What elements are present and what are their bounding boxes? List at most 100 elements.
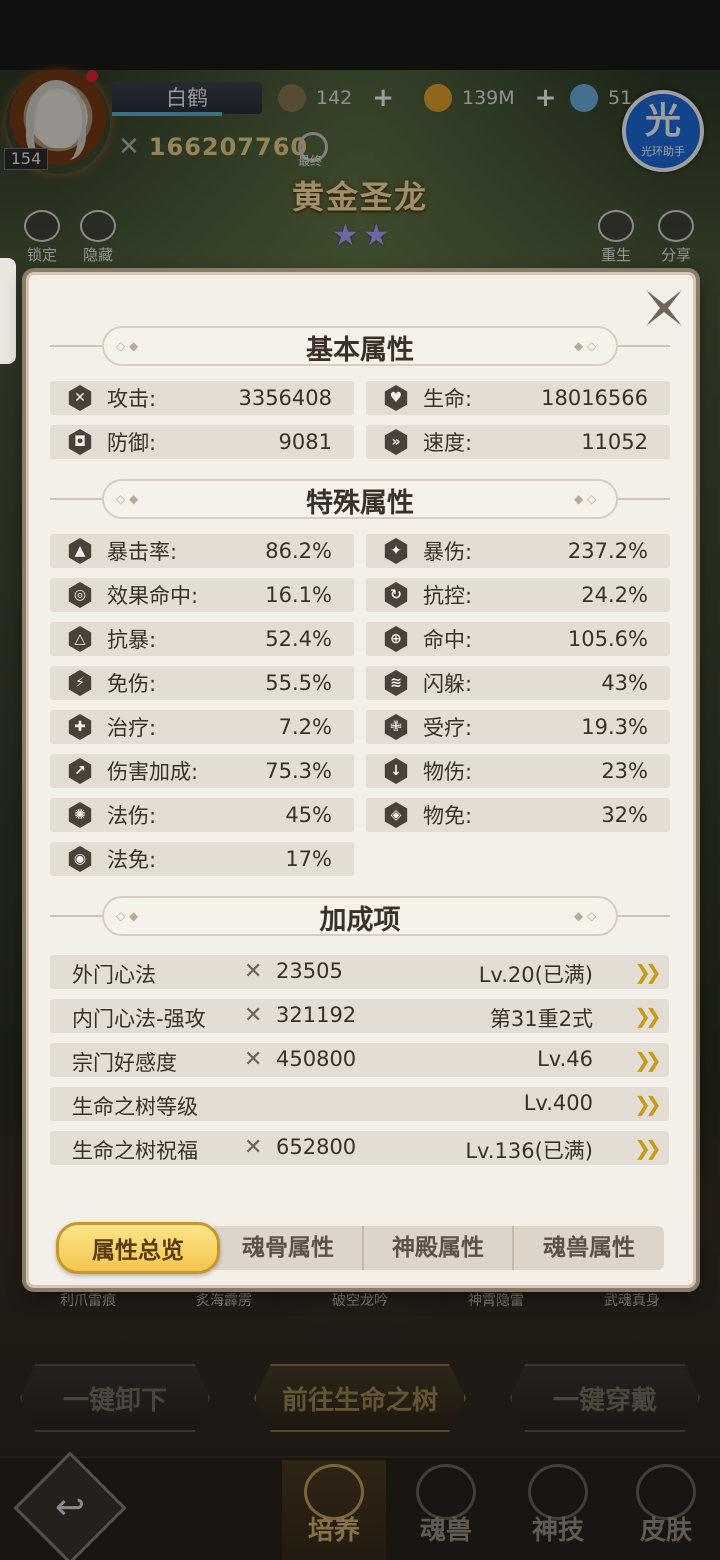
section-title: 加成项 [319,905,401,936]
stat-label: 治疗: [107,716,157,740]
stat-label: 暴击率: [107,540,178,564]
stat-value: 9081 [278,430,332,454]
bonus-label: 宗门好感度 [72,1051,177,1075]
crossed-swords-icon: ✕ [244,1047,263,1072]
crit-resist-icon: △ [68,626,92,652]
bonus-level: Lv.400 [523,1091,593,1115]
damage-bonus-icon: ↗ [68,758,92,784]
stat-value: 86.2% [265,539,332,563]
stat-value: 19.3% [581,715,648,739]
speed-icon: » [384,429,408,455]
crit-rate-icon: ▲ [68,538,92,564]
double-chevron-icon[interactable]: ❯❯ [633,1004,662,1028]
close-button[interactable] [642,286,686,330]
section-header-special: ◇ ◆ ◆ ◇ 特殊属性 [50,479,670,519]
stat-control-resist: ↻ 抗控: 24.2% [366,578,670,612]
bonus-row-tree-level[interactable]: 生命之树等级 Lv.400 ❯❯ [50,1087,669,1121]
stat-health: ♥ 生命: 18016566 [366,381,670,415]
stat-defense: ◘ 防御: 9081 [50,425,354,459]
physical-damage-icon: ↓ [384,758,408,784]
bonus-label: 外门心法 [72,963,156,987]
crossed-swords-icon: ✕ [244,959,263,984]
close-icon [646,290,682,326]
stat-value: 7.2% [278,715,332,739]
double-chevron-icon[interactable]: ❯❯ [633,1092,662,1116]
defense-icon: ◘ [68,429,92,455]
tab-temple[interactable]: 神殿属性 [364,1226,514,1270]
tab-overview[interactable]: 属性总览 [56,1222,220,1274]
bonus-power: 23505 [276,959,343,983]
bonus-row-inner-method[interactable]: 内门心法-强攻 ✕ 321192 第31重2式 ❯❯ [50,999,669,1033]
stat-label: 生命: [423,387,473,411]
stat-heal-received: ✙ 受疗: 19.3% [366,710,670,744]
bonus-row-outer-method[interactable]: 外门心法 ✕ 23505 Lv.20(已满) ❯❯ [50,955,669,989]
bonus-row-tree-blessing[interactable]: 生命之树祝福 ✕ 652800 Lv.136(已满) ❯❯ [50,1131,669,1165]
stat-label: 抗控: [423,584,473,608]
magic-damage-icon: ✺ [68,802,92,828]
stat-value: 17% [285,847,332,871]
bonus-level: Lv.136(已满) [465,1139,593,1163]
crossed-swords-icon: ✕ [244,1003,263,1028]
stat-value: 52.4% [265,627,332,651]
stat-label: 效果命中: [107,584,199,608]
effect-hit-icon: ◎ [68,582,92,608]
stat-heal: ✚ 治疗: 7.2% [50,710,354,744]
bonus-level: Lv.20(已满) [478,963,593,987]
stat-value: 237.2% [567,539,648,563]
stat-magic-damage: ✺ 法伤: 45% [50,798,354,832]
stat-label: 暴伤: [423,540,473,564]
stat-label: 物免: [423,804,473,828]
stat-value: 45% [285,803,332,827]
magic-resist-icon: ◉ [68,846,92,872]
stat-value: 18016566 [541,386,648,410]
stat-label: 攻击: [107,387,157,411]
stat-value: 75.3% [265,759,332,783]
double-chevron-icon[interactable]: ❯❯ [633,960,662,984]
damage-reduction-icon: ⚡ [68,670,92,696]
stat-effect-hit: ◎ 效果命中: 16.1% [50,578,354,612]
stat-label: 受疗: [423,716,473,740]
heal-icon: ✚ [68,714,92,740]
stat-label: 防御: [107,431,157,455]
stat-value: 11052 [581,430,648,454]
stat-crit-resist: △ 抗暴: 52.4% [50,622,354,656]
double-chevron-icon[interactable]: ❯❯ [633,1048,662,1072]
stat-dodge: ≋ 闪躲: 43% [366,666,670,700]
attribute-tabs: 属性总览 魂骨属性 神殿属性 魂兽属性 [54,1222,664,1274]
health-icon: ♥ [384,385,408,411]
dodge-icon: ≋ [384,670,408,696]
stat-value: 105.6% [567,627,648,651]
stat-label: 法伤: [107,804,157,828]
section-header-basic: ◇ ◆ ◆ ◇ 基本属性 [50,326,670,366]
stat-speed: » 速度: 11052 [366,425,670,459]
section-header-bonus: ◇ ◆ ◆ ◇ 加成项 [50,896,670,936]
stat-label: 法免: [107,848,157,872]
stat-attack: ✕ 攻击: 3356408 [50,381,354,415]
stat-label: 免伤: [107,672,157,696]
crossed-swords-icon: ✕ [244,1135,263,1160]
section-title: 特殊属性 [306,488,414,519]
tab-soul-bone[interactable]: 魂骨属性 [214,1226,364,1270]
bonus-label: 生命之树祝福 [72,1139,198,1163]
stat-value: 55.5% [265,671,332,695]
double-chevron-icon[interactable]: ❯❯ [633,1136,662,1160]
stat-label: 伤害加成: [107,760,199,784]
bonus-label: 生命之树等级 [72,1095,198,1119]
control-resist-icon: ↻ [384,582,408,608]
bonus-power: 450800 [276,1047,357,1071]
stat-physical-resist: ◈ 物免: 32% [366,798,670,832]
bonus-row-sect-favor[interactable]: 宗门好感度 ✕ 450800 Lv.46 ❯❯ [50,1043,669,1077]
bonus-label: 内门心法-强攻 [72,1007,206,1031]
tab-soul-beast[interactable]: 魂兽属性 [514,1226,664,1270]
stat-damage-bonus: ↗ 伤害加成: 75.3% [50,754,354,788]
stat-value: 24.2% [581,583,648,607]
stat-crit-rate: ▲ 暴击率: 86.2% [50,534,354,568]
section-title: 基本属性 [306,335,414,366]
stat-value: 43% [601,671,648,695]
stat-accuracy: ⊕ 命中: 105.6% [366,622,670,656]
stat-value: 16.1% [265,583,332,607]
bonus-level: Lv.46 [537,1047,593,1071]
side-drawer-handle[interactable] [0,258,16,364]
bonus-level: 第31重2式 [489,1007,593,1031]
stat-physical-damage: ↓ 物伤: 23% [366,754,670,788]
